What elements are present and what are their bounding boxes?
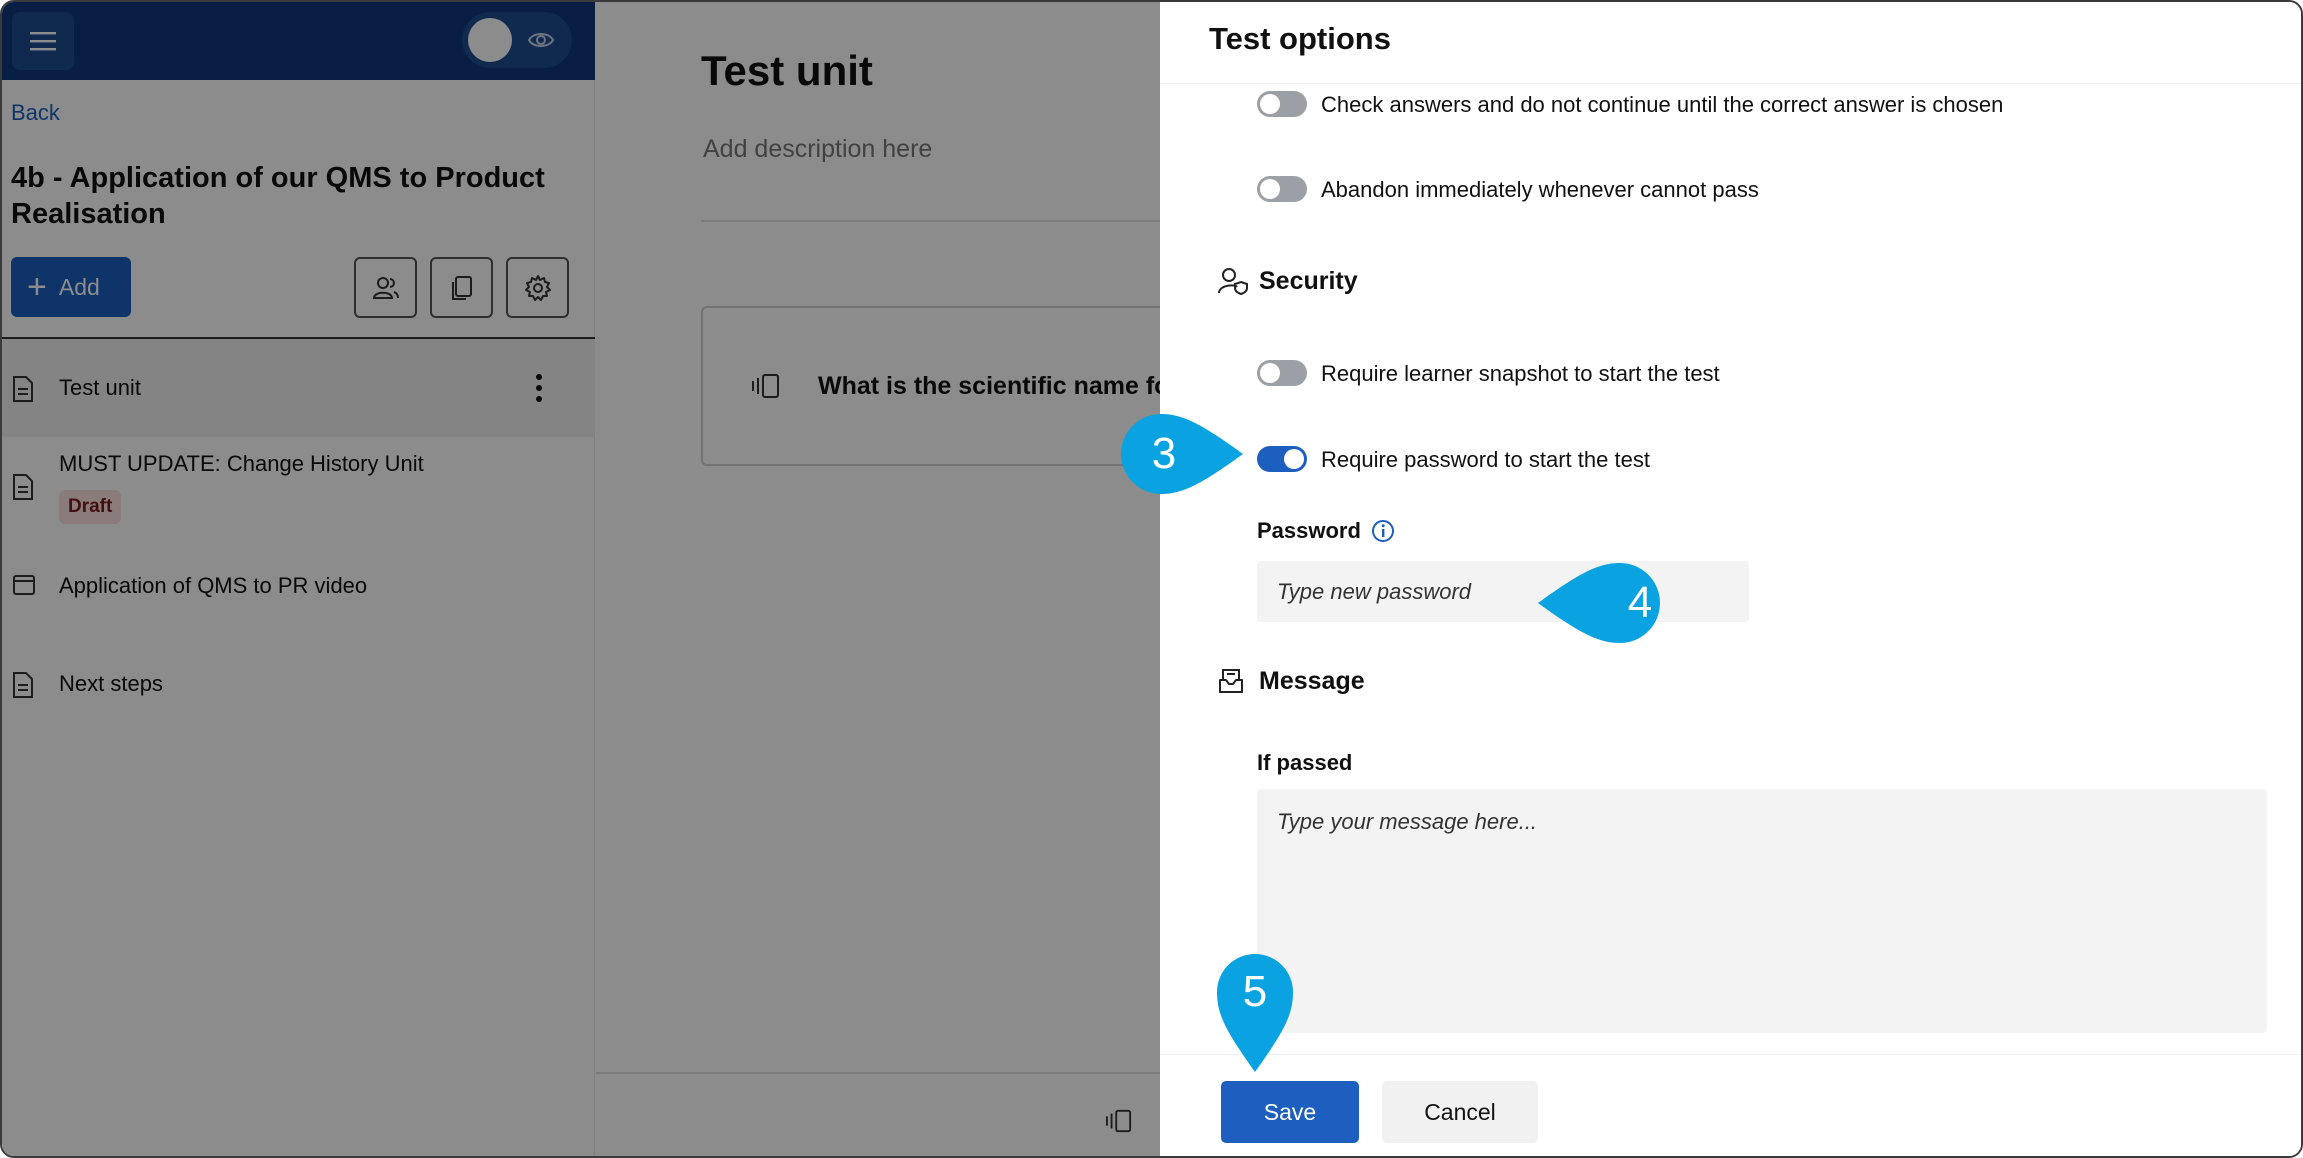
option-label: Check answers and do not continue until …: [1321, 92, 2004, 117]
info-icon[interactable]: [1371, 519, 1395, 543]
callout-number: 3: [1151, 429, 1177, 478]
callout-4: 4: [1538, 561, 1662, 645]
app-window: Back 4b - Application of our QMS to Prod…: [0, 0, 2303, 1158]
if-passed-message-input[interactable]: [1257, 789, 2267, 1033]
security-section-heading: Security: [1217, 266, 1358, 296]
user-shield-icon: [1218, 268, 1248, 296]
toggle-check-answers[interactable]: [1257, 91, 1307, 117]
panel-title: Test options: [1209, 21, 1391, 56]
password-input[interactable]: [1257, 561, 1749, 622]
option-label: Abandon immediately whenever cannot pass: [1321, 177, 1759, 202]
toggle-require-password[interactable]: [1257, 446, 1307, 472]
callout-pointer-right: [1121, 414, 1243, 494]
toggle-abandon[interactable]: [1257, 176, 1307, 202]
callout-5: 5: [1215, 952, 1295, 1072]
modal-overlay[interactable]: [2, 2, 1160, 1156]
security-heading-label: Security: [1259, 266, 1358, 295]
toggle-learner-snapshot[interactable]: [1257, 360, 1307, 386]
password-label: Password: [1257, 518, 1361, 543]
message-icon: [1219, 669, 1243, 693]
message-section-heading: Message: [1217, 666, 1365, 696]
test-options-panel: Test options Check answers and do not co…: [1160, 2, 2301, 1156]
cancel-button[interactable]: Cancel: [1382, 1081, 1538, 1143]
save-button[interactable]: Save: [1221, 1081, 1359, 1143]
callout-number: 4: [1627, 578, 1653, 627]
panel-header: Test options: [1160, 2, 2301, 84]
callout-number: 5: [1242, 967, 1268, 1016]
message-heading-label: Message: [1259, 666, 1365, 695]
option-label: Require password to start the test: [1321, 447, 1650, 472]
callout-3: 3: [1119, 412, 1243, 496]
panel-footer: Save Cancel: [1160, 1054, 2301, 1156]
if-passed-label: If passed: [1257, 750, 1353, 775]
password-label-row: Password: [1257, 518, 1395, 544]
option-label: Require learner snapshot to start the te…: [1321, 361, 1720, 386]
